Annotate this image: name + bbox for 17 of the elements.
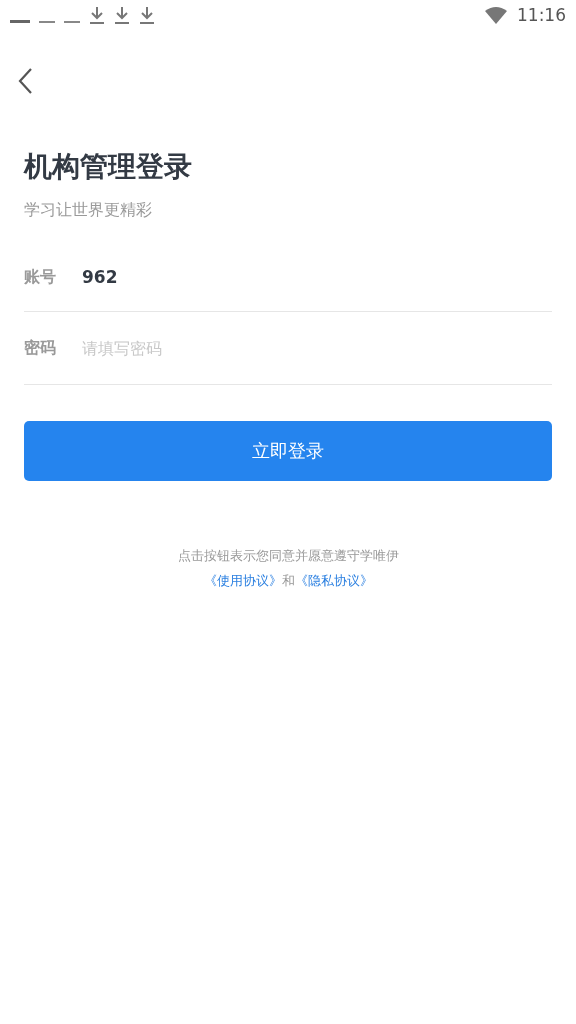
- login-button[interactable]: 立即登录: [24, 421, 552, 481]
- subtitle: 学习让世界更精彩: [24, 200, 153, 221]
- field-label: 账号: [24, 266, 57, 288]
- privacy-link[interactable]: 《隐私协议》: [294, 573, 373, 588]
- status-time: 11:16: [517, 5, 566, 25]
- download-icon: [114, 6, 130, 24]
- page-title: 机构管理登录: [24, 149, 193, 185]
- notification-icon: [64, 21, 80, 24]
- notification-icon: [39, 21, 55, 24]
- agreement-text: 点击按钮表示您同意并愿意遵守学唯伊 《使用协议》和《隐私协议》: [176, 547, 400, 590]
- download-icon: [89, 6, 105, 24]
- notification-icon: [10, 20, 30, 24]
- account-field[interactable]: 962: [82, 267, 552, 287]
- wifi-icon: [485, 6, 507, 24]
- terms-link[interactable]: 《使用协议》: [203, 573, 282, 588]
- download-icon: [139, 6, 155, 24]
- field-label: 密码: [24, 337, 57, 359]
